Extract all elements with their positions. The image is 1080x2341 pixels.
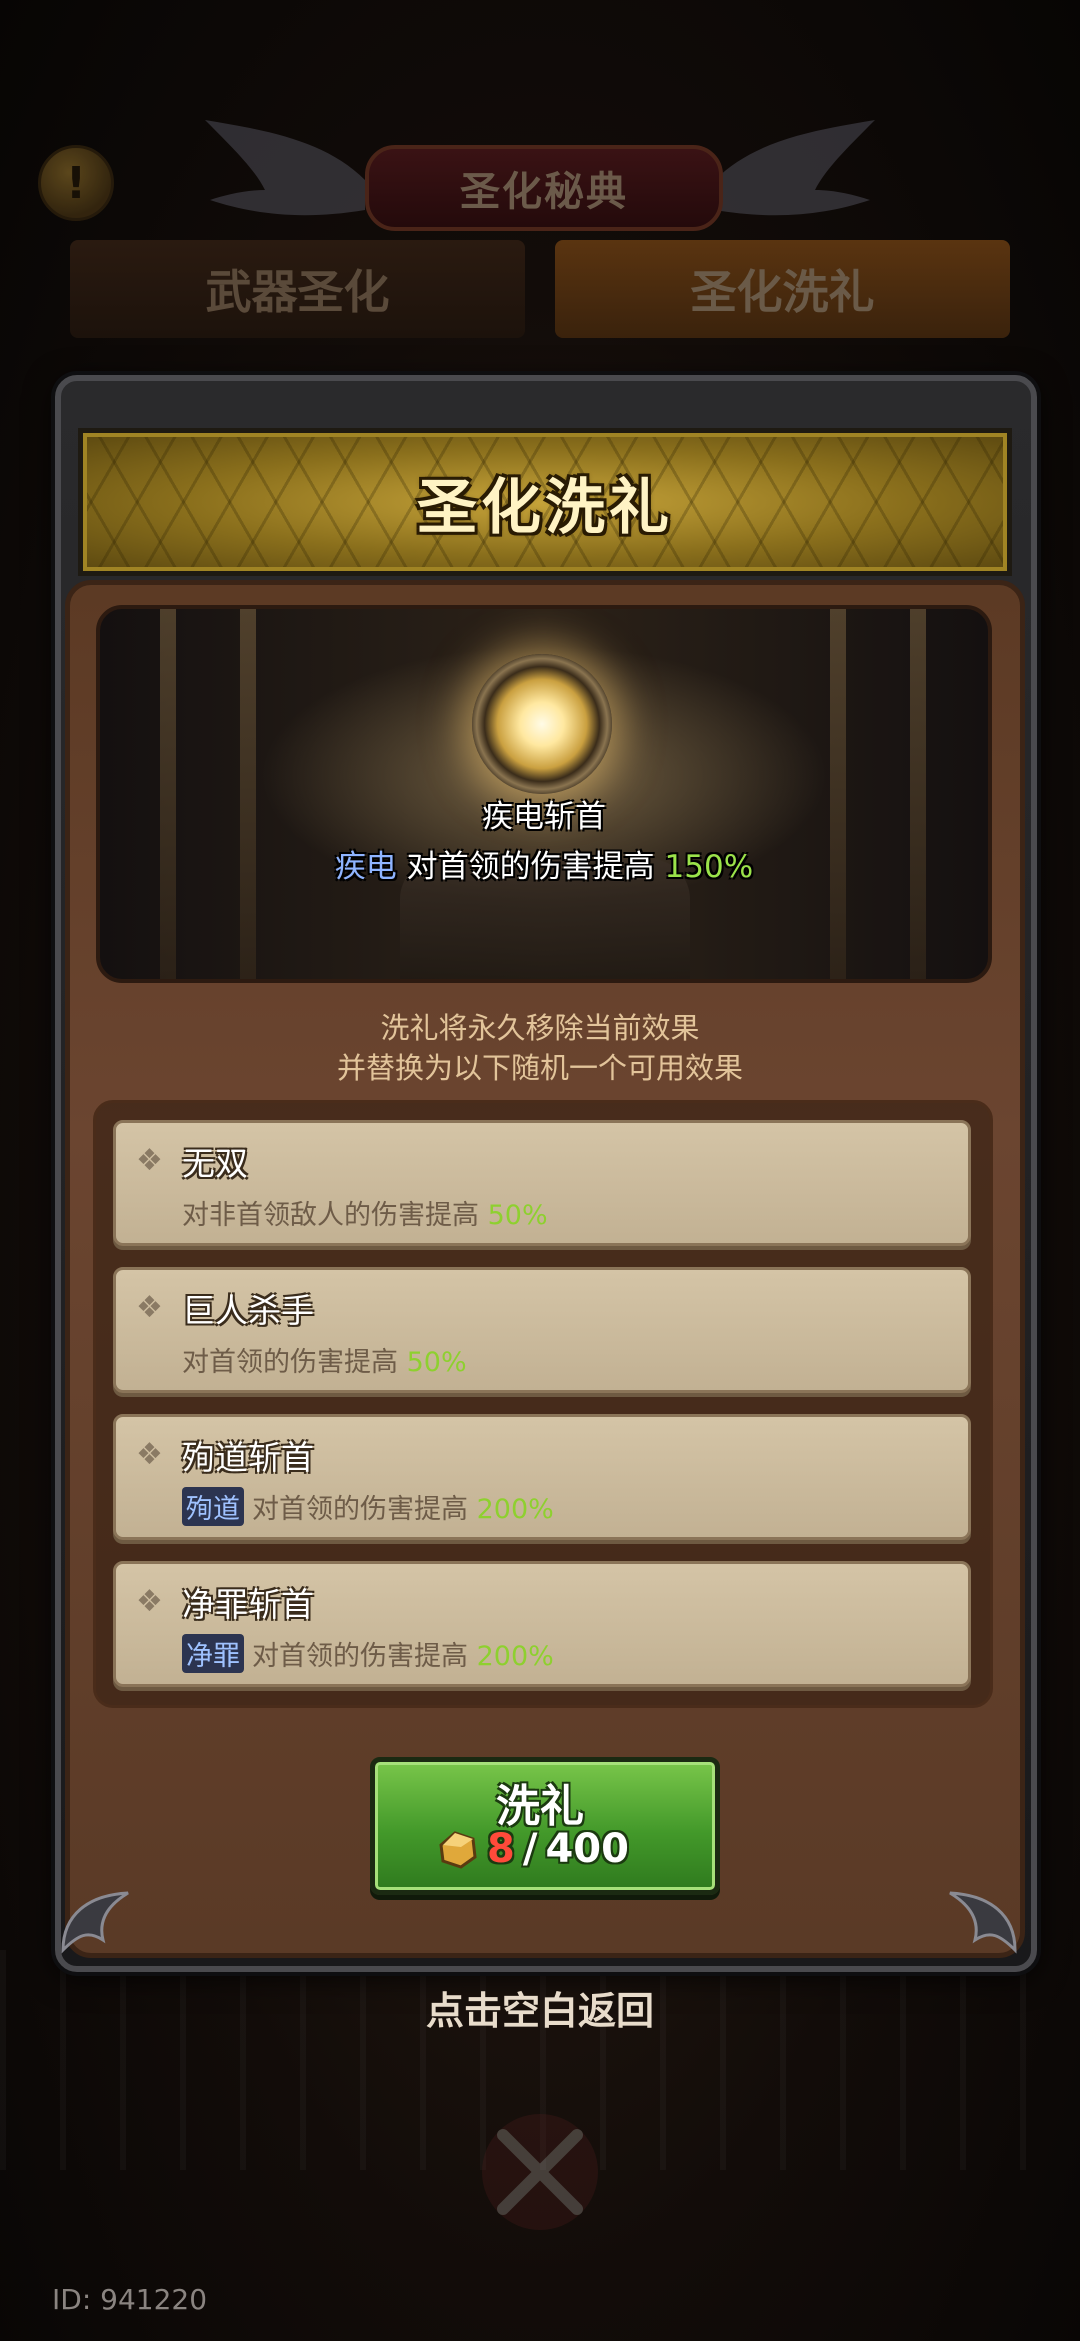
skill-effect-text: 对首领的伤害提高 (406, 849, 655, 885)
option-tag: 殉道 (182, 1487, 244, 1526)
wing-icon (205, 120, 365, 216)
option-effect-text: 对非首领敌人的伤害提高 (182, 1200, 479, 1231)
option-effect-value: 200% (476, 1641, 554, 1672)
popup-banner: 圣化洗礼 (78, 428, 1012, 576)
option-name: 巨人杀手 (182, 1291, 314, 1330)
cost-need: 400 (545, 1826, 629, 1872)
current-skill-effect: 疾电 对首领的伤害提高 150% (100, 841, 988, 886)
list-item: ❖ 殉道斩首 殉道 对首领的伤害提高 200% (113, 1414, 971, 1540)
info-button[interactable]: ! (38, 145, 114, 221)
list-item: ❖ 无双 对非首领敌人的伤害提高 50% (113, 1120, 971, 1246)
option-effect-text: 对首领的伤害提高 (252, 1641, 468, 1672)
tab-sanctify-baptism[interactable]: 圣化洗礼 (555, 240, 1010, 338)
corner-ornament-icon (61, 1891, 129, 1954)
corner-ornament-icon (949, 1891, 1017, 1954)
option-effect: 净罪 对首领的伤害提高 200% (182, 1634, 554, 1673)
cost-have: 8 (487, 1826, 515, 1872)
baptism-button-label: 洗礼 (496, 1781, 584, 1832)
diamond-bullet-icon: ❖ (136, 1437, 163, 1472)
option-effect: 对非首领敌人的伤害提高 50% (182, 1193, 548, 1232)
diamond-bullet-icon: ❖ (136, 1584, 163, 1619)
option-name: 净罪斩首 (182, 1585, 314, 1624)
cost-separator: / (522, 1826, 538, 1872)
baptism-cost: 8 / 400 (435, 1826, 629, 1872)
option-effect-value: 50% (406, 1347, 467, 1378)
page-title: 圣化秘典 (365, 145, 723, 231)
skill-tag: 疾电 (334, 849, 397, 885)
option-effect-value: 50% (487, 1200, 548, 1231)
description-line-1: 洗礼将永久移除当前效果 (380, 1011, 700, 1045)
list-item: ❖ 巨人杀手 对首领的伤害提高 50% (113, 1267, 971, 1393)
current-skill-name: 疾电斩首 (482, 799, 606, 835)
description-line-2: 并替换为以下随机一个可用效果 (336, 1051, 743, 1085)
diamond-bullet-icon: ❖ (136, 1143, 163, 1178)
option-name: 殉道斩首 (182, 1438, 314, 1477)
option-tag: 净罪 (182, 1634, 244, 1673)
option-effect-text: 对首领的伤害提高 (252, 1494, 468, 1525)
current-skill-display: 疾电斩首 疾电 对首领的伤害提高 150% (96, 605, 992, 983)
skill-effect-value: 150% (664, 849, 754, 885)
option-effect: 殉道 对首领的伤害提高 200% (182, 1487, 554, 1526)
popup-title: 圣化洗礼 (417, 472, 673, 543)
baptism-button[interactable]: 洗礼 8 / 400 (370, 1757, 720, 1895)
option-name: 无双 (182, 1144, 248, 1183)
diamond-bullet-icon: ❖ (136, 1290, 163, 1325)
user-id: ID: 941220 (52, 2283, 208, 2316)
tap-to-return-hint[interactable]: 点击空白返回 (0, 1980, 1080, 2035)
option-effect-text: 对首领的伤害提高 (182, 1347, 398, 1378)
tab-weapon-sanctify[interactable]: 武器圣化 (70, 240, 525, 338)
option-effect-value: 200% (476, 1494, 554, 1525)
exclamation-icon: ! (65, 157, 87, 209)
gold-ore-icon (439, 1831, 477, 1869)
wing-icon (715, 120, 875, 216)
crossed-swords-icon[interactable] (478, 2110, 602, 2234)
glowing-orb-icon (472, 654, 612, 794)
list-item: ❖ 净罪斩首 净罪 对首领的伤害提高 200% (113, 1561, 971, 1687)
option-effect: 对首领的伤害提高 50% (182, 1340, 467, 1379)
